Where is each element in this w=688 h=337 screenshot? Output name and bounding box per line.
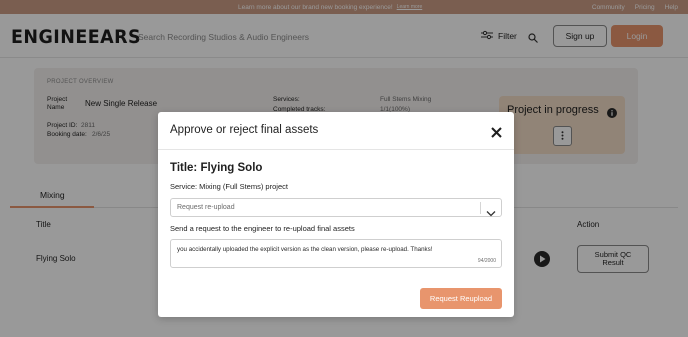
message-text: you accidentally uploaded the explicit v… [177, 246, 433, 253]
character-count: 94/2000 [477, 258, 496, 264]
chevron-down-icon[interactable] [486, 204, 496, 222]
action-select[interactable]: Request re-upload [170, 198, 502, 217]
request-reupload-button[interactable]: Request Reupload [420, 288, 502, 309]
approve-reject-modal: Approve or reject final assets Title: Fl… [158, 112, 514, 317]
request-description: Send a request to the engineer to re-upl… [170, 224, 355, 233]
modal-subtitle: Title: Flying Solo [170, 162, 263, 174]
close-icon[interactable] [491, 125, 502, 143]
modal-header: Approve or reject final assets [158, 112, 514, 150]
modal-title: Approve or reject final assets [170, 124, 319, 136]
select-value: Request re-upload [177, 204, 235, 211]
select-divider [480, 202, 481, 214]
service-text: Service: Mixing (Full Stems) project [170, 182, 288, 191]
message-textarea[interactable]: you accidentally uploaded the explicit v… [170, 239, 502, 268]
